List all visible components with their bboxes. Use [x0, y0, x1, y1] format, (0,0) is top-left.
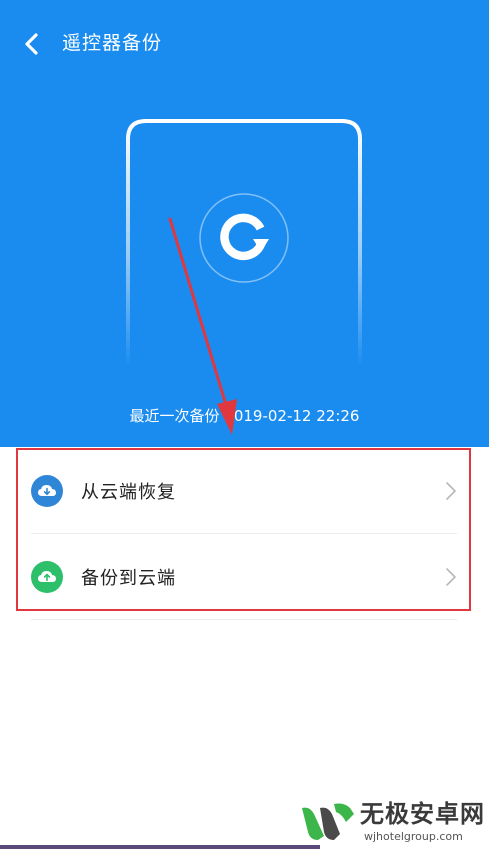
chevron-left-icon: [25, 33, 38, 55]
backup-to-cloud-button[interactable]: 备份到云端: [17, 537, 472, 617]
chevron-right-icon: [446, 482, 456, 500]
menu-divider: [31, 533, 457, 534]
back-button[interactable]: [14, 26, 50, 62]
backup-to-cloud-label: 备份到云端: [81, 568, 176, 589]
watermark-name: 无极安卓网: [360, 800, 485, 828]
cloud-upload-icon: [31, 561, 63, 593]
cloud-download-icon: [31, 475, 63, 507]
chevron-right-icon: [446, 568, 456, 586]
restore-from-cloud-label: 从云端恢复: [81, 482, 176, 503]
navigation-bar-edge: [0, 845, 320, 849]
menu-divider: [31, 619, 457, 620]
page-title: 遥控器备份: [62, 32, 163, 54]
restore-from-cloud-button[interactable]: 从云端恢复: [17, 451, 472, 531]
watermark-url: wjhotelgroup.com: [364, 830, 463, 843]
last-backup-time: 最近一次备份 2019-02-12 22:26: [129, 407, 360, 425]
watermark: 无极安卓网 wjhotelgroup.com: [300, 798, 485, 846]
hero-panel: 遥控器备份 最近一次备份 2019-02-12 22:26: [0, 0, 489, 447]
watermark-logo-icon: [302, 803, 354, 840]
sync-icon: [199, 193, 289, 283]
status-bar: [0, 0, 489, 10]
